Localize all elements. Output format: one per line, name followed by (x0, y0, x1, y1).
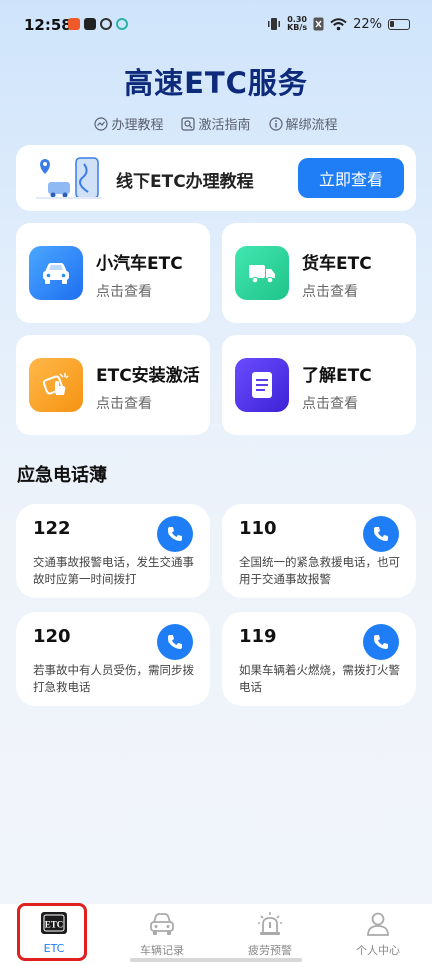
notification-icons (68, 18, 128, 30)
subnav-label: 办理教程 (111, 118, 164, 133)
phone-number: 122 (33, 518, 71, 539)
notification-app-icon (68, 18, 80, 30)
card-about-etc[interactable]: 了解ETC 点击查看 (222, 335, 416, 435)
status-bar: 12:58 0.30 KB/s 22% (0, 0, 432, 52)
phone-number: 120 (33, 626, 71, 647)
network-speed: 0.30 KB/s (287, 15, 308, 32)
map-route-illustration-icon (36, 157, 102, 199)
sim-off-icon (313, 17, 324, 31)
offline-tutorial-banner[interactable]: 线下ETC办理教程 立即查看 (16, 145, 416, 211)
subnav-tutorial[interactable]: 办理教程 (94, 114, 163, 133)
phone-description: 若事故中有人员受伤，需同步拨打急救电话 (33, 663, 194, 694)
chart-circle-icon (94, 116, 109, 131)
car-record-icon (150, 913, 174, 935)
phone-description: 如果车辆着火燃烧，需拨打火警电话 (239, 663, 400, 694)
info-icon (268, 116, 283, 131)
active-tab-highlight (17, 903, 87, 961)
subnav-label: 解绑流程 (285, 118, 338, 133)
phone-number: 119 (239, 626, 277, 647)
vibrate-icon (268, 18, 281, 30)
battery-percent: 22% (353, 16, 382, 32)
wifi-icon (330, 17, 347, 30)
card-subtitle: 点击查看 (302, 284, 358, 300)
notification-app-icon (100, 18, 112, 30)
card-subtitle: 点击查看 (96, 396, 152, 412)
phone-description: 全国统一的紧急救援电话，也可用于交通事故报警 (239, 555, 400, 586)
phone-call-icon[interactable] (157, 516, 193, 552)
notification-app-icon (116, 18, 128, 30)
subnav-label: 激活指南 (198, 118, 251, 133)
sub-nav: 办理教程 激活指南 解绑流程 (0, 114, 432, 133)
document-icon (235, 358, 289, 412)
notification-app-icon (84, 18, 96, 30)
card-car-etc[interactable]: 小汽车ETC 点击查看 (16, 223, 210, 323)
phone-number: 110 (239, 518, 277, 539)
emergency-card-110[interactable]: 110 全国统一的紧急救援电话，也可用于交通事故报警 (222, 504, 416, 598)
phone-description: 交通事故报警电话，发生交通事故时应第一时间拨打 (33, 555, 194, 586)
car-icon (29, 246, 83, 300)
phone-call-icon[interactable] (363, 624, 399, 660)
tab-label: 车辆记录 (140, 944, 184, 957)
card-subtitle: 点击查看 (302, 396, 358, 412)
card-etc-activation[interactable]: ETC安装激活 点击查看 (16, 335, 210, 435)
truck-icon (235, 246, 289, 300)
page-title: 高速ETC服务 (124, 66, 308, 100)
subnav-unbind[interactable]: 解绑流程 (268, 114, 338, 133)
emergency-card-119[interactable]: 119 如果车辆着火燃烧，需拨打火警电话 (222, 612, 416, 706)
status-right: 0.30 KB/s 22% (267, 16, 410, 32)
user-icon (367, 912, 389, 936)
card-subtitle: 点击查看 (96, 284, 152, 300)
card-title: 了解ETC (302, 366, 372, 386)
tab-fatigue-warning[interactable]: 疲劳预警 (216, 904, 324, 964)
tab-label: 疲劳预警 (248, 944, 292, 957)
card-title: 货车ETC (302, 254, 372, 274)
battery-icon (388, 18, 410, 30)
emergency-card-120[interactable]: 120 若事故中有人员受伤，需同步拨打急救电话 (16, 612, 210, 706)
card-truck-etc[interactable]: 货车ETC 点击查看 (222, 223, 416, 323)
tab-label: 个人中心 (356, 944, 400, 957)
emergency-card-122[interactable]: 122 交通事故报警电话，发生交通事故时应第一时间拨打 (16, 504, 210, 598)
phone-call-icon[interactable] (157, 624, 193, 660)
warning-light-icon (258, 912, 282, 935)
banner-title: 线下ETC办理教程 (116, 172, 254, 192)
phone-call-icon[interactable] (363, 516, 399, 552)
status-time: 12:58 (24, 16, 72, 34)
card-title: ETC安装激活 (96, 366, 200, 386)
search-doc-icon (181, 116, 196, 131)
tab-profile[interactable]: 个人中心 (324, 904, 432, 964)
tab-car-record[interactable]: 车辆记录 (108, 904, 216, 964)
home-indicator (130, 958, 302, 962)
activate-icon (29, 358, 83, 412)
emergency-section-title: 应急电话薄 (17, 465, 107, 486)
subnav-activation[interactable]: 激活指南 (181, 114, 251, 133)
card-title: 小汽车ETC (96, 254, 183, 274)
view-now-button[interactable]: 立即查看 (298, 158, 404, 198)
